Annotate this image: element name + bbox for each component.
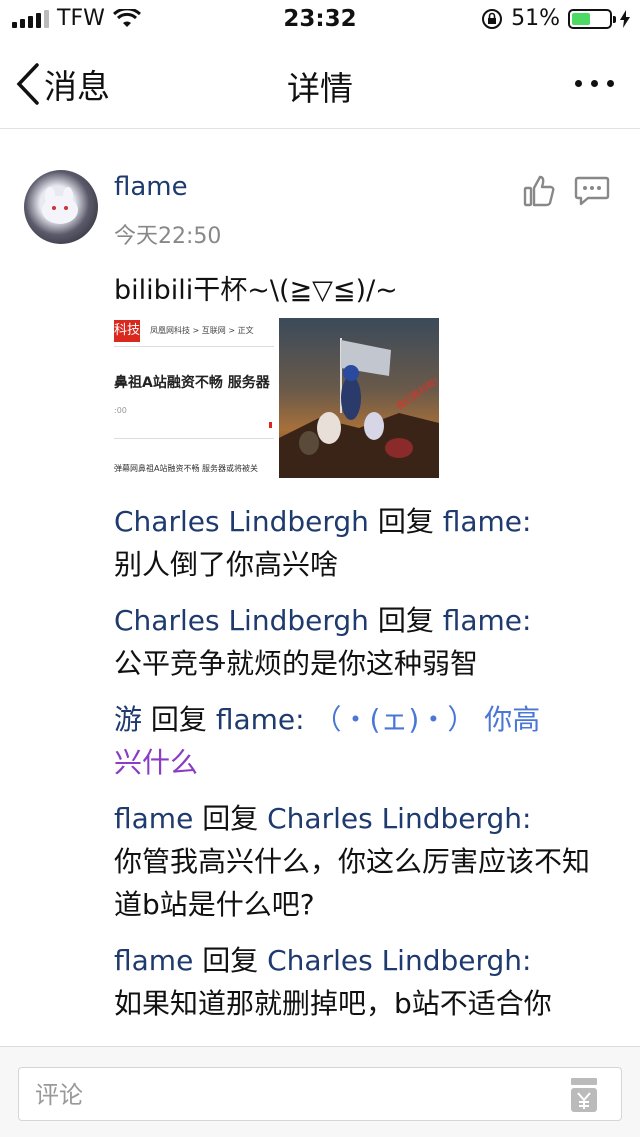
comment-field[interactable] [18,1067,622,1121]
reply-item[interactable]: Charles Lindbergh 回复 flame: 别人倒了你高兴啥 [114,500,614,586]
orientation-lock-icon [482,8,503,29]
anime-banner-text: 我们胜利啦! [394,375,439,413]
post-image-anime[interactable]: 我们胜利啦! [279,318,439,478]
reply-from[interactable]: flame [114,944,193,977]
reply-from[interactable]: 游 [114,703,142,736]
reply-text-highlight-2: 兴什么 [114,746,199,779]
reply-text: 如果知道那就删掉吧，b站不适合你 [114,987,552,1020]
thumbs-up-icon[interactable] [522,174,556,208]
news-tag: 科技 [114,320,140,342]
avatar[interactable] [24,170,98,244]
reply-item[interactable]: Charles Lindbergh 回复 flame: 公平竞争就烦的是你这种弱… [114,599,614,685]
anime-art: 我们胜利啦! [279,338,439,478]
reply-item[interactable]: flame 回复 Charles Lindbergh: 如果知道那就删掉吧，b站… [114,939,614,1025]
charging-bolt-icon [620,9,630,28]
status-right: 51% [481,6,630,31]
status-bar: TFW 23:32 51% [0,0,640,40]
reply-to[interactable]: flame: [216,703,305,736]
reward-yen-icon[interactable] [569,1076,599,1114]
news-headline: 鼻祖A站融资不畅 服务器 [114,375,270,391]
page-title: 详情 [287,69,353,108]
post-image-news[interactable]: 科技 凤凰网科技 > 互联网 > 正文 鼻祖A站融资不畅 服务器 :00 弹幕网… [114,318,274,478]
post-author[interactable]: flame [114,172,188,202]
reply-to[interactable]: Charles Lindbergh: [267,944,531,977]
post-time: 今天22:50 [114,224,222,249]
reply-verb: 回复 [377,604,434,637]
news-time: :00 [114,406,127,415]
reply-from[interactable]: Charles Lindbergh [114,505,369,538]
comment-input[interactable] [33,1076,557,1114]
reply-verb: 回复 [202,944,259,977]
reply-list: Charles Lindbergh 回复 flame: 别人倒了你高兴啥 Cha… [114,500,614,1038]
reply-to[interactable]: Charles Lindbergh: [267,802,531,835]
post-content: bilibili干杯~\(≧▽≦)/~ [114,275,398,306]
reply-to[interactable]: flame: [443,505,532,538]
reply-verb: 回复 [202,802,259,835]
reply-emoticon: （・(ェ)・） [313,703,476,736]
comment-bar [0,1046,640,1137]
reply-item[interactable]: 游 回复 flame: （・(ェ)・） 你高 兴什么 [114,698,614,784]
reply-item[interactable]: flame 回复 Charles Lindbergh: 你管我高兴什么，你这么厉… [114,797,614,926]
reply-verb: 回复 [150,703,207,736]
more-dots-icon[interactable] [575,80,614,87]
nav-bar: 消息 详情 [0,40,640,129]
reply-text: 别人倒了你高兴啥 [114,548,339,581]
reply-to[interactable]: flame: [443,604,532,637]
reply-from[interactable]: flame [114,802,193,835]
avatar-art [42,187,78,224]
reply-text-highlight: 你高 [484,703,541,736]
battery-icon [568,8,616,29]
comment-icon[interactable] [574,174,610,208]
reply-text: 公平竞争就烦的是你这种弱智 [114,647,479,680]
news-breadcrumb: 凤凰网科技 > 互联网 > 正文 [150,326,254,335]
battery-percent: 51% [511,6,560,31]
reply-text: 你管我高兴什么，你这么厉害应该不知道b站是什么吧? [114,845,591,921]
news-caption: 弹幕网鼻祖A站融资不畅 服务器或将被关 [114,464,259,473]
reply-from[interactable]: Charles Lindbergh [114,604,369,637]
reply-verb: 回复 [377,505,434,538]
